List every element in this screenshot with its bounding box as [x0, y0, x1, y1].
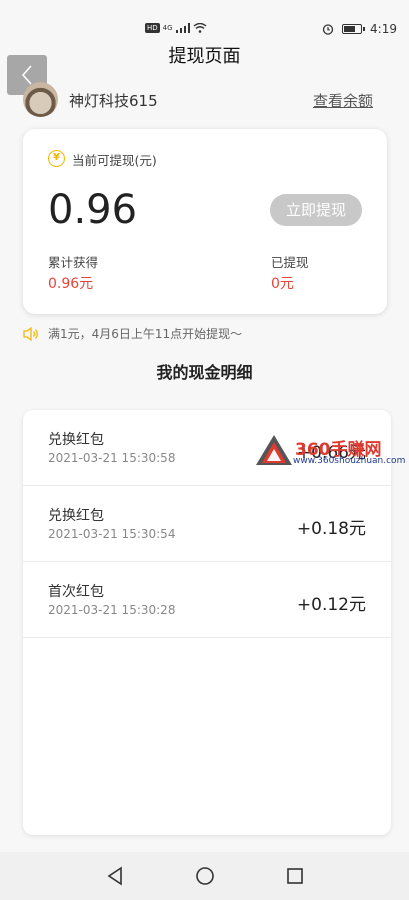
withdraw-page: HD 4G 4:19 提现页面 神灯科技615 查看余额 ¥ 当前可提现(元) …	[0, 0, 409, 900]
clock-time: 4:19	[370, 22, 397, 36]
wifi-icon	[193, 23, 206, 33]
record-time: 2021-03-21 15:30:28	[48, 603, 176, 617]
account-name: 神灯科技615	[69, 92, 158, 110]
circle-home-icon	[195, 867, 214, 885]
withdrawn-label: 已提现	[271, 255, 309, 270]
nav-home-button[interactable]	[195, 866, 215, 886]
list-item: 兑换红包 2021-03-21 15:30:54 +0.18元	[23, 486, 391, 562]
balance-card: ¥ 当前可提现(元) 0.96 立即提现 累计获得 0.96元 已提现 0元	[23, 129, 387, 314]
record-time: 2021-03-21 15:30:54	[48, 527, 176, 541]
record-title: 兑换红包	[48, 432, 104, 448]
status-bar: HD 4G 4:19	[0, 0, 409, 42]
watermark-logo-icon	[256, 435, 292, 465]
view-balance-link[interactable]: 查看余额	[313, 90, 373, 111]
alarm-icon	[322, 24, 334, 35]
yen-coin-icon: ¥	[48, 150, 65, 167]
withdrawable-amount: 0.96	[48, 187, 138, 233]
network-status: HD 4G	[145, 23, 207, 33]
avatar	[23, 82, 58, 117]
triangle-back-icon	[107, 866, 122, 886]
record-amount: +0.12元	[296, 595, 366, 615]
withdraw-now-button[interactable]: 立即提现	[270, 194, 362, 226]
nav-back-button[interactable]	[105, 866, 125, 886]
record-amount: +0.18元	[296, 519, 366, 539]
total-earned-value: 0.96元	[48, 276, 94, 292]
account-row: 神灯科技615 查看余额	[23, 82, 373, 118]
watermark: 360手赚网 www.360shouzhuan.com	[255, 432, 405, 472]
watermark-url: www.360shouzhuan.com	[293, 456, 406, 466]
record-title: 兑换红包	[48, 508, 104, 524]
nav-recents-button[interactable]	[285, 866, 305, 886]
system-nav-bar	[0, 852, 409, 900]
total-earned-label: 累计获得	[48, 255, 99, 270]
network-type: 4G	[162, 24, 173, 32]
cash-details-title: 我的现金明细	[156, 363, 253, 382]
withdrawn-value: 0元	[271, 276, 294, 292]
withdrawable-label: 当前可提现(元)	[72, 153, 157, 168]
notice-text: 满1元，4月6日上午11点开始提现～	[48, 327, 243, 341]
hd-badge: HD	[145, 23, 160, 33]
square-recents-icon	[286, 868, 303, 884]
record-title: 首次红包	[48, 584, 104, 600]
system-status: 4:19	[322, 22, 397, 36]
speaker-icon	[23, 326, 38, 341]
battery-icon	[342, 24, 366, 34]
withdraw-notice: 满1元，4月6日上午11点开始提现～	[22, 325, 242, 342]
page-title: 提现页面	[168, 46, 241, 67]
list-item: 首次红包 2021-03-21 15:30:28 +0.12元	[23, 562, 391, 638]
cash-details-list: 兑换红包 2021-03-21 15:30:58 +0.66元 兑换红包 202…	[23, 410, 391, 835]
signal-icon	[175, 23, 190, 33]
record-time: 2021-03-21 15:30:58	[48, 451, 176, 465]
